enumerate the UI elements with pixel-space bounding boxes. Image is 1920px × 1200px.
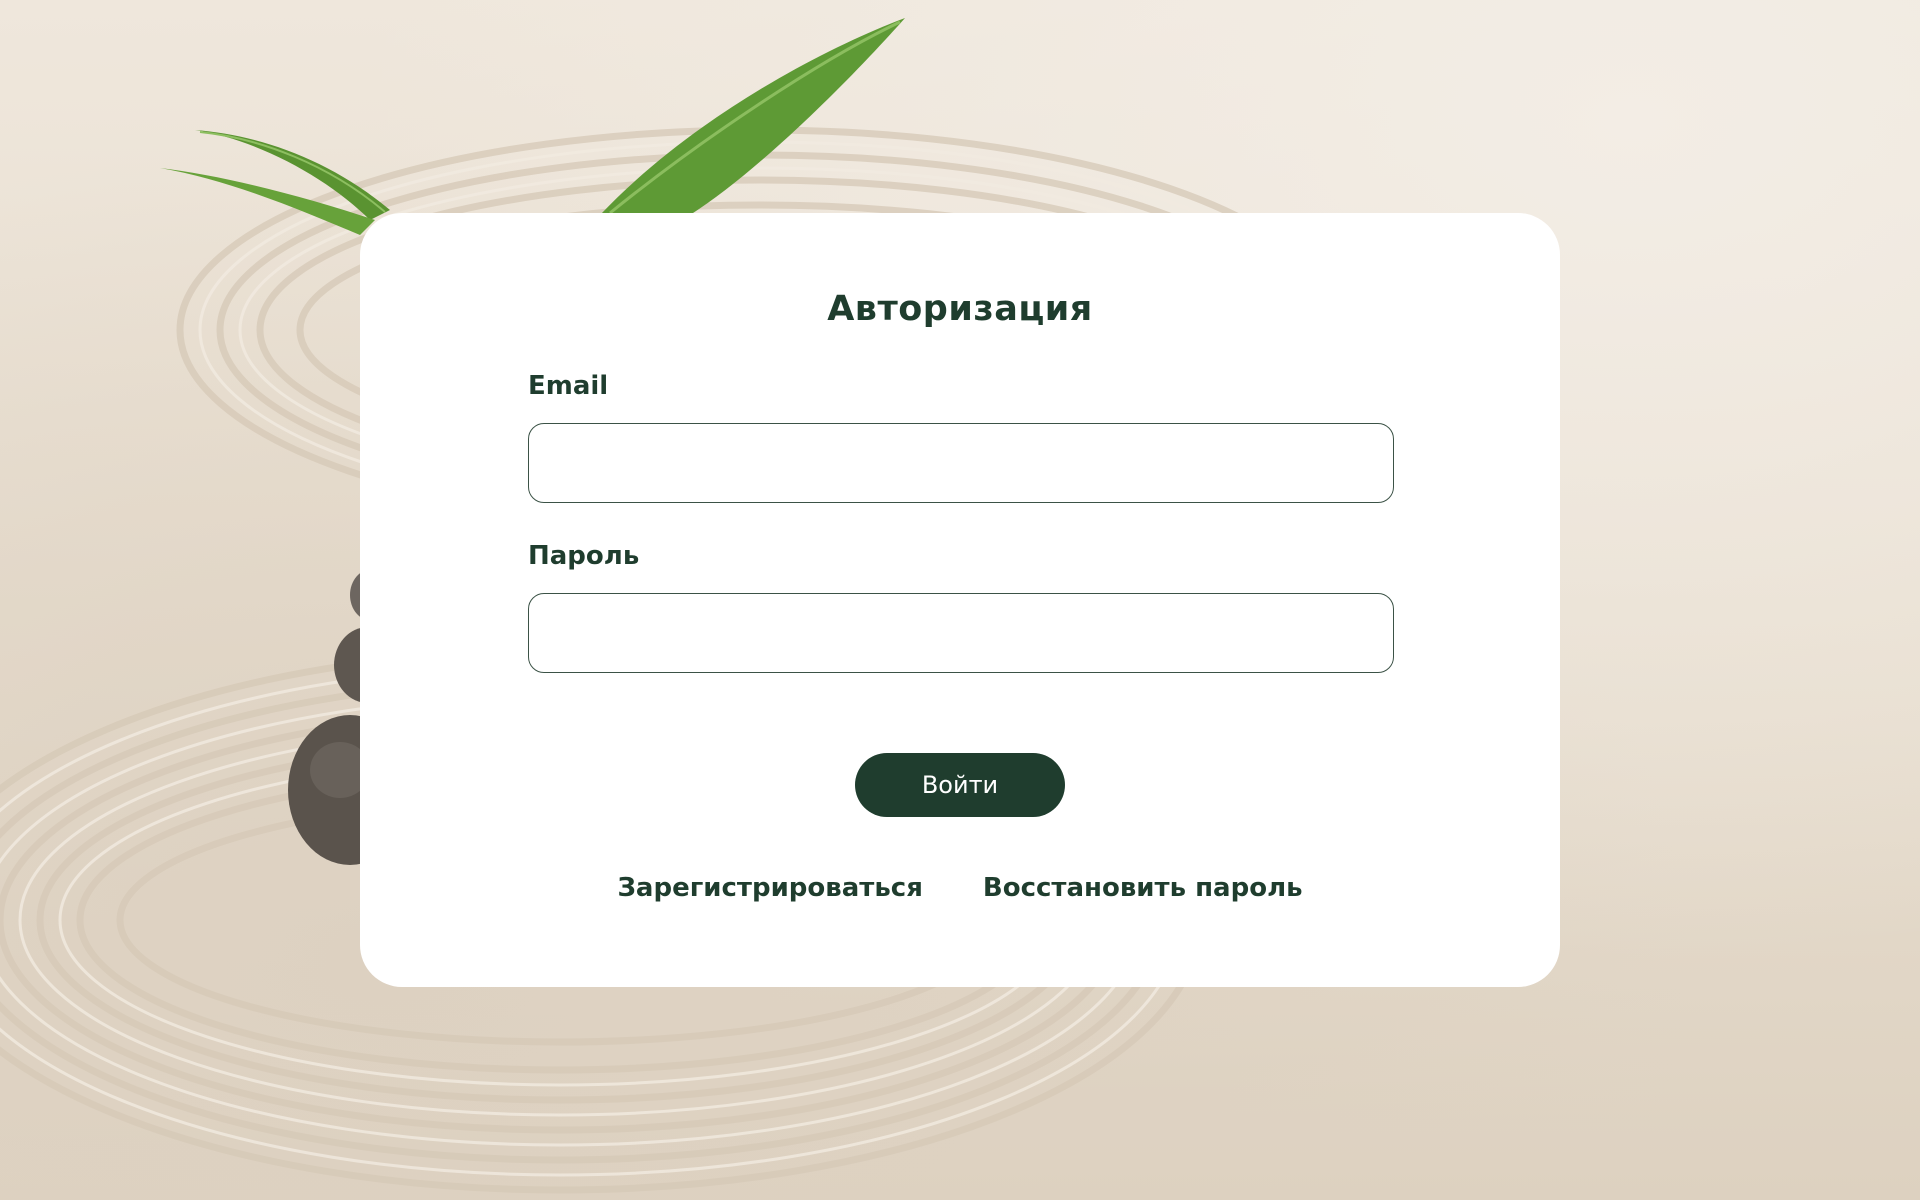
restore-password-link[interactable]: Восстановить пароль — [983, 873, 1303, 903]
page-title: Авторизация — [827, 289, 1093, 329]
password-field[interactable] — [528, 593, 1394, 673]
email-field[interactable] — [528, 423, 1394, 503]
auth-links: Зарегистрироваться Восстановить пароль — [360, 873, 1560, 903]
login-card: Авторизация Email Пароль Войти Зарегистр… — [360, 213, 1560, 987]
password-label: Пароль — [528, 541, 640, 571]
email-label: Email — [528, 371, 609, 401]
login-button[interactable]: Войти — [855, 753, 1065, 817]
register-link[interactable]: Зарегистрироваться — [617, 873, 922, 903]
